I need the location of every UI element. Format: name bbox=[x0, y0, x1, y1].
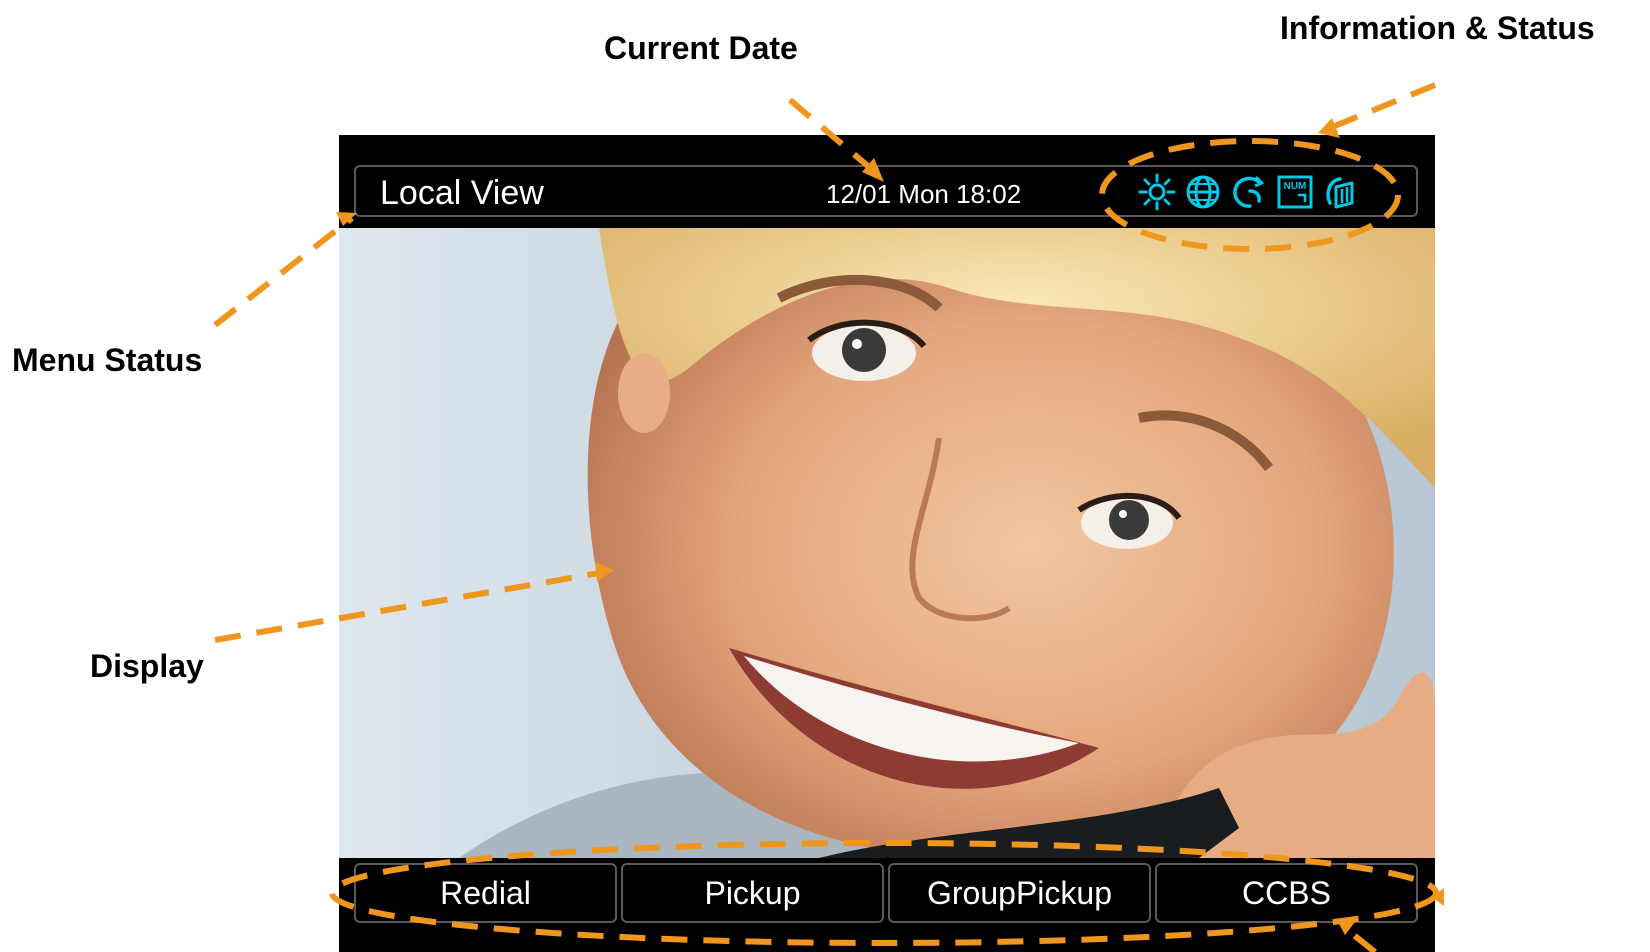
softkey-pickup[interactable]: Pickup bbox=[621, 863, 884, 923]
current-date-time: 12/01 Mon 18:02 bbox=[826, 179, 1022, 209]
menu-status-title: Local View bbox=[380, 174, 544, 212]
callout-display: Display bbox=[90, 648, 204, 684]
call-forward-icon bbox=[1233, 175, 1264, 208]
num-label: NUM bbox=[1284, 181, 1307, 192]
softkey-redial[interactable]: Redial bbox=[354, 863, 617, 923]
softkey-bar: Redial Pickup GroupPickup CCBS bbox=[354, 863, 1418, 923]
headset-icon bbox=[1326, 177, 1354, 209]
brightness-icon bbox=[1138, 173, 1176, 211]
caller-photo bbox=[339, 228, 1435, 858]
top-status-bar: Local View 12/01 Mon 18:02 NUM bbox=[354, 165, 1418, 217]
device-screen: Local View 12/01 Mon 18:02 NUM Redial Pi… bbox=[339, 135, 1435, 952]
softkey-ccbs[interactable]: CCBS bbox=[1155, 863, 1418, 923]
callout-information-status: Information & Status bbox=[1280, 10, 1595, 46]
display-video-area bbox=[339, 228, 1435, 858]
information-status-arrow bbox=[1323, 82, 1437, 133]
information-status-icons: NUM bbox=[1138, 173, 1360, 211]
globe-icon bbox=[1186, 175, 1220, 209]
softkey-group-pickup[interactable]: GroupPickup bbox=[888, 863, 1151, 923]
menu-status-arrow bbox=[213, 215, 354, 328]
callout-menu-status: Menu Status bbox=[12, 342, 203, 378]
num-lock-icon: NUM bbox=[1277, 175, 1313, 209]
callout-current-date: Current Date bbox=[604, 30, 798, 66]
